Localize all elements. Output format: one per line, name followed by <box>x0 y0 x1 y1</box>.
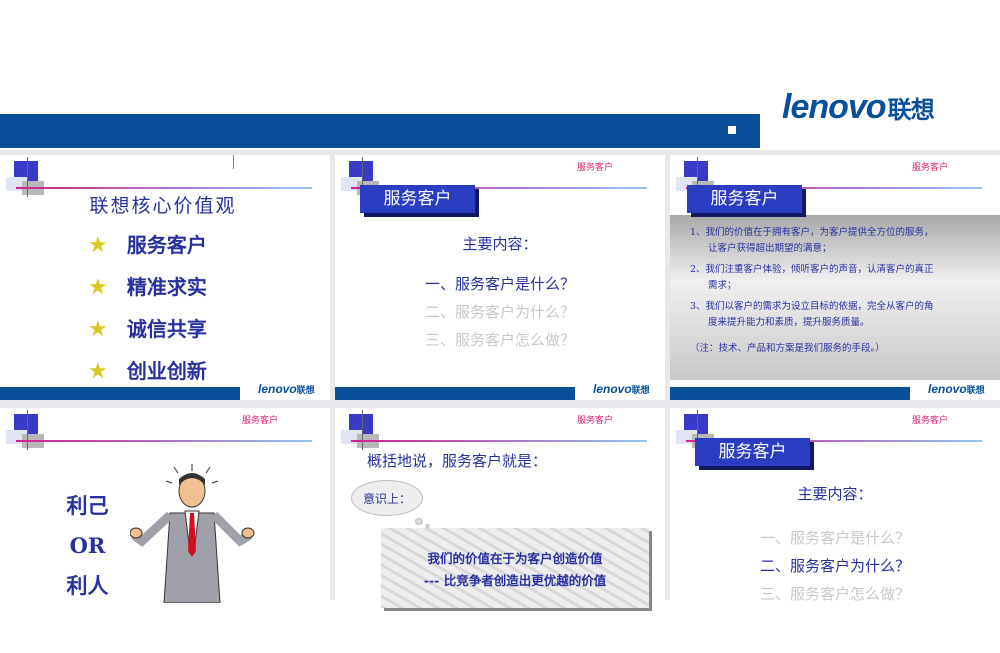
logo-text: lenovo <box>782 88 887 126</box>
note-text: （注：技术、产品和方案是我们服务的手段。） <box>690 343 885 354</box>
slide-heading: 概括地说，服务客户就是： <box>367 452 548 470</box>
lenovo-logo: lenovo联想 <box>258 382 315 396</box>
pixel-decoration <box>728 126 736 134</box>
slide-title: 服务客户 <box>695 438 810 466</box>
value-item: ★ 诚信共享 <box>88 317 207 342</box>
slide-4[interactable]: 服务客户 利己 OR 利人 <box>0 408 330 653</box>
slide-tag: 服务客户 <box>912 163 949 173</box>
pixel-decoration <box>722 116 730 124</box>
point-text: 3、我们以客户的需求为设立目标的依据，完全从客户的角 <box>690 301 934 312</box>
point-text: 需求； <box>708 280 737 291</box>
list-item: 一、服务客户是什么？ <box>424 275 575 293</box>
slide-tag: 服务客户 <box>242 416 279 426</box>
list-item: 三、服务客户怎么做？ <box>424 331 575 349</box>
slide-tag: 服务客户 <box>577 416 614 426</box>
point-text: 1、我们的价值在于拥有客户，为客户提供全方位的服务， <box>690 227 934 238</box>
slide-3[interactable]: 服务客户 服务客户 1、我们的价值在于拥有客户，为客户提供全方位的服务， 让客户… <box>670 155 1000 400</box>
slide-5[interactable]: 服务客户 概括地说，服务客户就是： 意识上： 我们的价值在于为客户创造价值 --… <box>335 408 665 653</box>
divider <box>16 187 312 189</box>
list-item: 二、服务客户为什么？ <box>759 557 910 575</box>
pixel-decoration <box>752 134 760 148</box>
star-icon: ★ <box>88 233 108 258</box>
logo-cn: 联想 <box>887 97 935 124</box>
option-text: OR <box>69 533 106 558</box>
slide-sorter: 联想核心价值观 ★ 服务客户 ★ 精准求实 ★ 诚信共享 ★ 创业创新 leno… <box>0 150 1000 653</box>
slide-2[interactable]: 服务客户 服务客户 主要内容： 一、服务客户是什么？ 二、服务客户为什么？ 三、… <box>335 155 665 400</box>
lenovo-logo: lenovo联想 <box>928 382 985 396</box>
header-band <box>0 114 760 148</box>
slide-title: 服务客户 <box>687 185 802 213</box>
lenovo-logo: lenovo联想 <box>782 88 935 127</box>
subtitle: 主要内容： <box>797 485 873 503</box>
slide-title: 服务客户 <box>360 185 475 213</box>
star-icon: ★ <box>88 275 108 300</box>
list-item: 一、服务客户是什么？ <box>759 529 910 547</box>
value-item: ★ 服务客户 <box>88 233 207 258</box>
list-item: 二、服务客户为什么？ <box>424 303 575 321</box>
point-text: 度来提升能力和素质，提升服务质量。 <box>708 317 870 328</box>
thought-bubble: 意识上： <box>351 480 423 516</box>
option-text: 利人 <box>66 573 109 598</box>
lenovo-logo: lenovo联想 <box>593 382 650 396</box>
slide-tag: 服务客户 <box>577 163 614 173</box>
value-item: ★ 精准求实 <box>88 275 207 300</box>
slide-title: 联想核心价值观 <box>89 195 237 217</box>
star-icon: ★ <box>88 359 108 384</box>
star-icon: ★ <box>88 317 108 342</box>
value-box: 我们的价值在于为客户创造价值 --- 比竞争者创造出更优越的价值 <box>381 528 649 608</box>
subtitle: 主要内容： <box>462 235 538 253</box>
list-item: 三、服务客户怎么做？ <box>759 585 910 603</box>
option-text: 利己 <box>66 493 109 518</box>
slide-1[interactable]: 联想核心价值观 ★ 服务客户 ★ 精准求实 ★ 诚信共享 ★ 创业创新 leno… <box>0 155 330 400</box>
slide-6[interactable]: 服务客户 服务客户 主要内容： 一、服务客户是什么？ 二、服务客户为什么？ 三、… <box>670 408 1000 653</box>
pixel-decoration <box>738 124 746 132</box>
point-text: 让客户获得超出期望的满意； <box>708 243 832 254</box>
point-text: 2、我们注重客户体验，倾听客户的声音，认清客户的真正 <box>690 264 934 275</box>
slide-tag: 服务客户 <box>912 416 949 426</box>
shrugging-man-illustration <box>130 464 255 603</box>
